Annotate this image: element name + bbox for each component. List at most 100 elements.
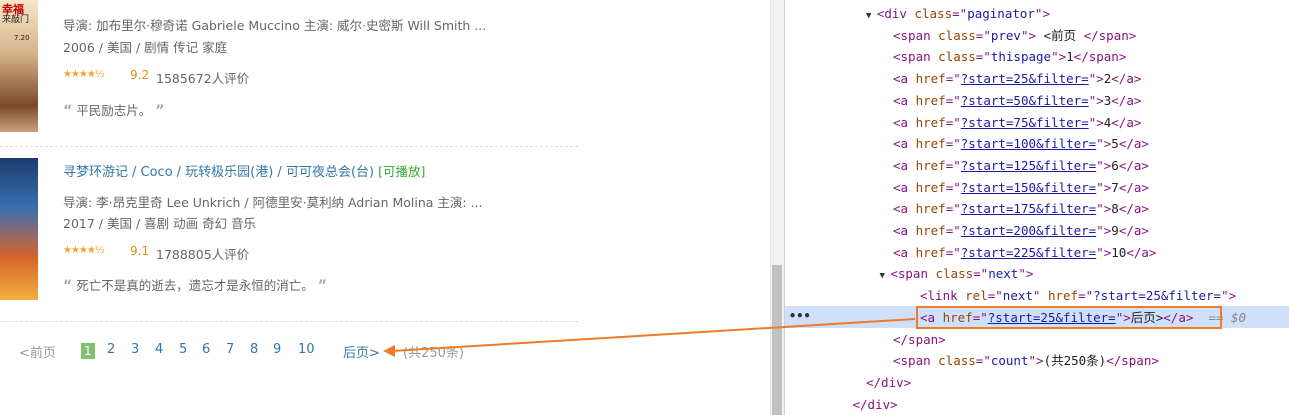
- scrollbar-thumb[interactable]: [772, 265, 782, 415]
- pager-page-link[interactable]: 9: [273, 342, 281, 357]
- code-token: ">: [1051, 49, 1067, 65]
- code-token: class: [914, 6, 953, 21]
- pager-page-link[interactable]: 3: [131, 342, 139, 357]
- code-token: href: [915, 223, 946, 238]
- code-token: <a: [893, 223, 916, 238]
- code-token: </div>: [866, 374, 912, 390]
- dom-node-line[interactable]: <a href="?start=25&filter=">2</a>: [893, 68, 1141, 90]
- code-token: <span: [890, 266, 936, 282]
- movie-poster[interactable]: [0, 158, 38, 300]
- quote-close-icon: ”: [155, 103, 165, 119]
- code-token: =": [945, 179, 961, 195]
- code-token: href: [915, 157, 946, 173]
- page-viewport: 幸福 来敲门 7.20 导演: 加布里尔·穆奇诺 Gabriele Muccin…: [0, 0, 770, 415]
- code-token: <a: [893, 201, 916, 217]
- dom-node-line[interactable]: <span class="thispage">1</span>: [893, 46, 1126, 68]
- pager-page-link[interactable]: 6: [202, 342, 210, 357]
- code-token: =": [945, 244, 961, 260]
- dom-node-line[interactable]: <link rel="next" href="?start=25&filter=…: [920, 285, 1236, 307]
- code-token: prev: [990, 27, 1021, 43]
- dom-node-line[interactable]: <a href="?start=225&filter=">10</a>: [893, 242, 1156, 264]
- code-token: class: [938, 353, 976, 369]
- code-token: =": [975, 49, 991, 65]
- code-token: =": [945, 92, 961, 108]
- code-token: ": [1032, 288, 1048, 304]
- code-token: ?start=75&filter=: [960, 114, 1089, 130]
- code-token: <a: [893, 136, 916, 152]
- code-token: =": [945, 201, 961, 217]
- movie-poster[interactable]: 幸福 来敲门 7.20: [0, 0, 38, 132]
- pager-page-link[interactable]: 7: [226, 342, 234, 357]
- dom-node-line[interactable]: <span class="prev"> <前页 </span>: [893, 25, 1136, 47]
- code-token: rel: [965, 288, 988, 304]
- movie-title-row: 寻梦环游记 / Coco / 玩转极乐园(港) / 可可夜总会(台) [可播放]: [63, 161, 425, 180]
- playable-badge: [可播放]: [378, 164, 426, 179]
- dom-node-line[interactable]: </div>: [853, 394, 898, 415]
- dom-node-line[interactable]: <a href="?start=50&filter=">3</a>: [893, 90, 1141, 112]
- item-divider: [0, 146, 578, 147]
- code-token: href: [915, 201, 946, 217]
- movie-title-alt: / 玩转极乐园(港) / 可可夜总会(台): [176, 165, 375, 180]
- dom-node-line[interactable]: <a href="?start=125&filter=">6</a>: [893, 155, 1149, 177]
- movie-quote: “ 死亡不是真的逝去，遗忘才是永恒的消亡。 ”: [63, 275, 327, 294]
- code-token: </a>: [1118, 201, 1149, 217]
- code-token: </span>: [893, 331, 946, 347]
- code-token: 1: [1066, 49, 1074, 65]
- poster-title-text: 来敲门: [2, 15, 30, 25]
- code-token: 9: [1111, 223, 1119, 238]
- code-token: ">: [1028, 353, 1044, 369]
- dom-node-line[interactable]: <a href="?start=100&filter=">5</a>: [893, 133, 1149, 155]
- pager-next[interactable]: 后页>: [343, 342, 380, 361]
- dom-node-line[interactable]: <a href="?start=150&filter=">7</a>: [893, 177, 1149, 199]
- pager-page-link[interactable]: 10: [298, 342, 315, 357]
- dom-node-line[interactable]: <span class="count">(共250条)</span>: [893, 350, 1159, 372]
- dom-node-line[interactable]: <a href="?start=200&filter=">9</a>: [893, 220, 1149, 242]
- code-token: 7: [1111, 179, 1119, 195]
- pager-this-page: 1: [81, 343, 95, 359]
- pager-page-link[interactable]: 2: [107, 342, 115, 357]
- code-token: <a: [893, 92, 916, 108]
- pager-page-link[interactable]: 8: [250, 342, 258, 357]
- director-line: 导演: 李·昂克里奇 Lee Unkrich / 阿德里安·莫利纳 Adrian…: [63, 195, 483, 210]
- code-token: href: [915, 179, 946, 195]
- code-token: thispage: [990, 49, 1052, 65]
- code-token: ?start=25&filter=: [1093, 288, 1222, 304]
- code-token: 5: [1111, 136, 1119, 152]
- code-token: count: [990, 353, 1029, 369]
- dom-node-line[interactable]: <a href="?start=175&filter=">8</a>: [893, 198, 1149, 220]
- code-token: </a>: [1111, 71, 1142, 87]
- code-token: =": [1078, 288, 1094, 304]
- code-token: ?start=175&filter=: [960, 201, 1097, 217]
- code-token: ">: [1221, 288, 1237, 304]
- code-token: <a: [893, 157, 916, 173]
- movie-title-link[interactable]: 寻梦环游记: [63, 165, 128, 180]
- code-token: </a>: [1118, 223, 1149, 238]
- code-token: </span>: [1083, 27, 1137, 43]
- code-token: =": [987, 288, 1003, 304]
- dom-node-line[interactable]: </div>: [866, 372, 911, 394]
- code-token: ?start=225&filter=: [960, 244, 1097, 260]
- code-token: <a: [893, 71, 916, 87]
- code-token: href: [915, 92, 946, 108]
- code-token: ?start=200&filter=: [960, 223, 1097, 238]
- code-token: href: [1047, 288, 1079, 304]
- code-token: =": [952, 6, 968, 21]
- movie-quote: “ 平民励志片。 ”: [63, 100, 164, 119]
- code-token: <a: [893, 114, 916, 130]
- code-token: <span: [893, 353, 939, 369]
- code-token: =": [945, 71, 961, 87]
- code-token: next: [988, 266, 1019, 282]
- expand-toggle-icon[interactable]: ▼: [866, 11, 877, 21]
- dom-node-line[interactable]: <a href="?start=75&filter=">4</a>: [893, 112, 1141, 134]
- dom-node-line[interactable]: </span>: [893, 329, 946, 351]
- code-token: </span>: [1106, 353, 1159, 369]
- pager-page-link[interactable]: 4: [155, 342, 163, 357]
- expand-toggle-icon[interactable]: ▼: [880, 271, 891, 281]
- code-token: ?start=100&filter=: [960, 136, 1097, 152]
- code-token: =": [945, 157, 961, 173]
- pager-page-link[interactable]: 5: [179, 342, 187, 357]
- code-token: <span: [893, 27, 939, 43]
- devtools-elements-panel: ••• ▼ <div class="paginator"> <span class…: [785, 0, 1289, 415]
- more-options-icon[interactable]: •••: [789, 309, 811, 323]
- code-token: href: [915, 114, 946, 130]
